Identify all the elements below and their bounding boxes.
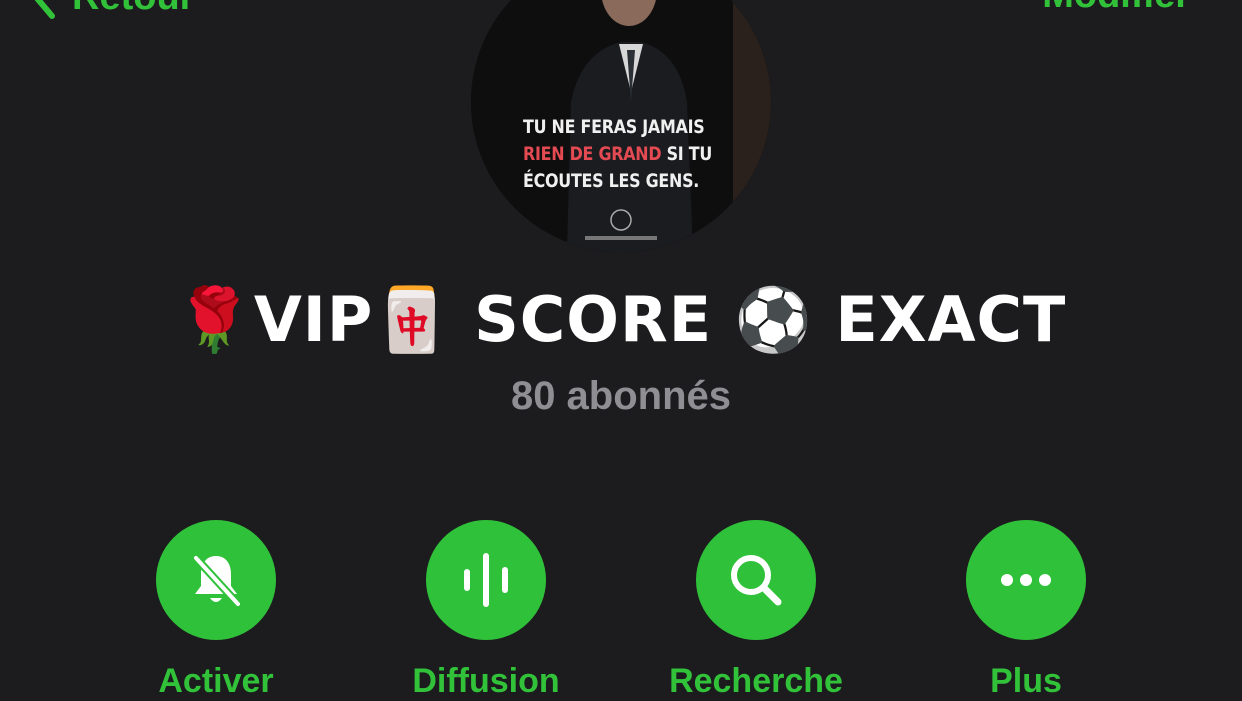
chevron-left-icon <box>34 0 55 19</box>
audio-bars-icon <box>464 553 508 607</box>
quote-highlight: RIEN DE GRAND <box>523 144 662 165</box>
broadcast-label: Diffusion <box>412 662 560 700</box>
more-button[interactable]: Plus <box>906 520 1146 701</box>
more-label: Plus <box>990 662 1062 700</box>
quote-line-2-rest: SI TU <box>661 144 713 165</box>
broadcast-circle <box>426 520 546 640</box>
quote-line-1: TU NE FERAS JAMAIS <box>523 117 705 138</box>
search-circle <box>696 520 816 640</box>
search-icon <box>731 555 782 606</box>
quote-line-3: ÉCOUTES LES GENS. <box>523 171 700 192</box>
channel-title: 🌹VIP🀄 SCORE ⚽ EXACT <box>175 283 1067 356</box>
broadcast-button[interactable]: Diffusion <box>366 520 606 701</box>
search-label: Recherche <box>669 662 843 700</box>
more-circle <box>966 520 1086 640</box>
avatar-quote: TU NE FERAS JAMAIS RIEN DE GRAND SI TU É… <box>523 114 721 195</box>
subscriber-count: 80 abonnés <box>510 374 732 418</box>
back-button[interactable]: Retour <box>30 0 194 20</box>
activate-circle <box>156 520 276 640</box>
activate-notifications-button[interactable]: Activer <box>96 520 336 701</box>
activate-label: Activer <box>158 662 274 700</box>
search-button[interactable]: Recherche <box>636 520 876 701</box>
more-dots-icon <box>1001 574 1051 586</box>
bell-slash-icon <box>192 554 242 608</box>
edit-button[interactable]: Modifier <box>1042 0 1190 17</box>
quote-line-2: RIEN DE GRAND SI TU <box>523 141 721 168</box>
channel-avatar[interactable]: TU NE FERAS JAMAIS RIEN DE GRAND SI TU É… <box>471 0 771 252</box>
back-label: Retour <box>72 0 194 19</box>
